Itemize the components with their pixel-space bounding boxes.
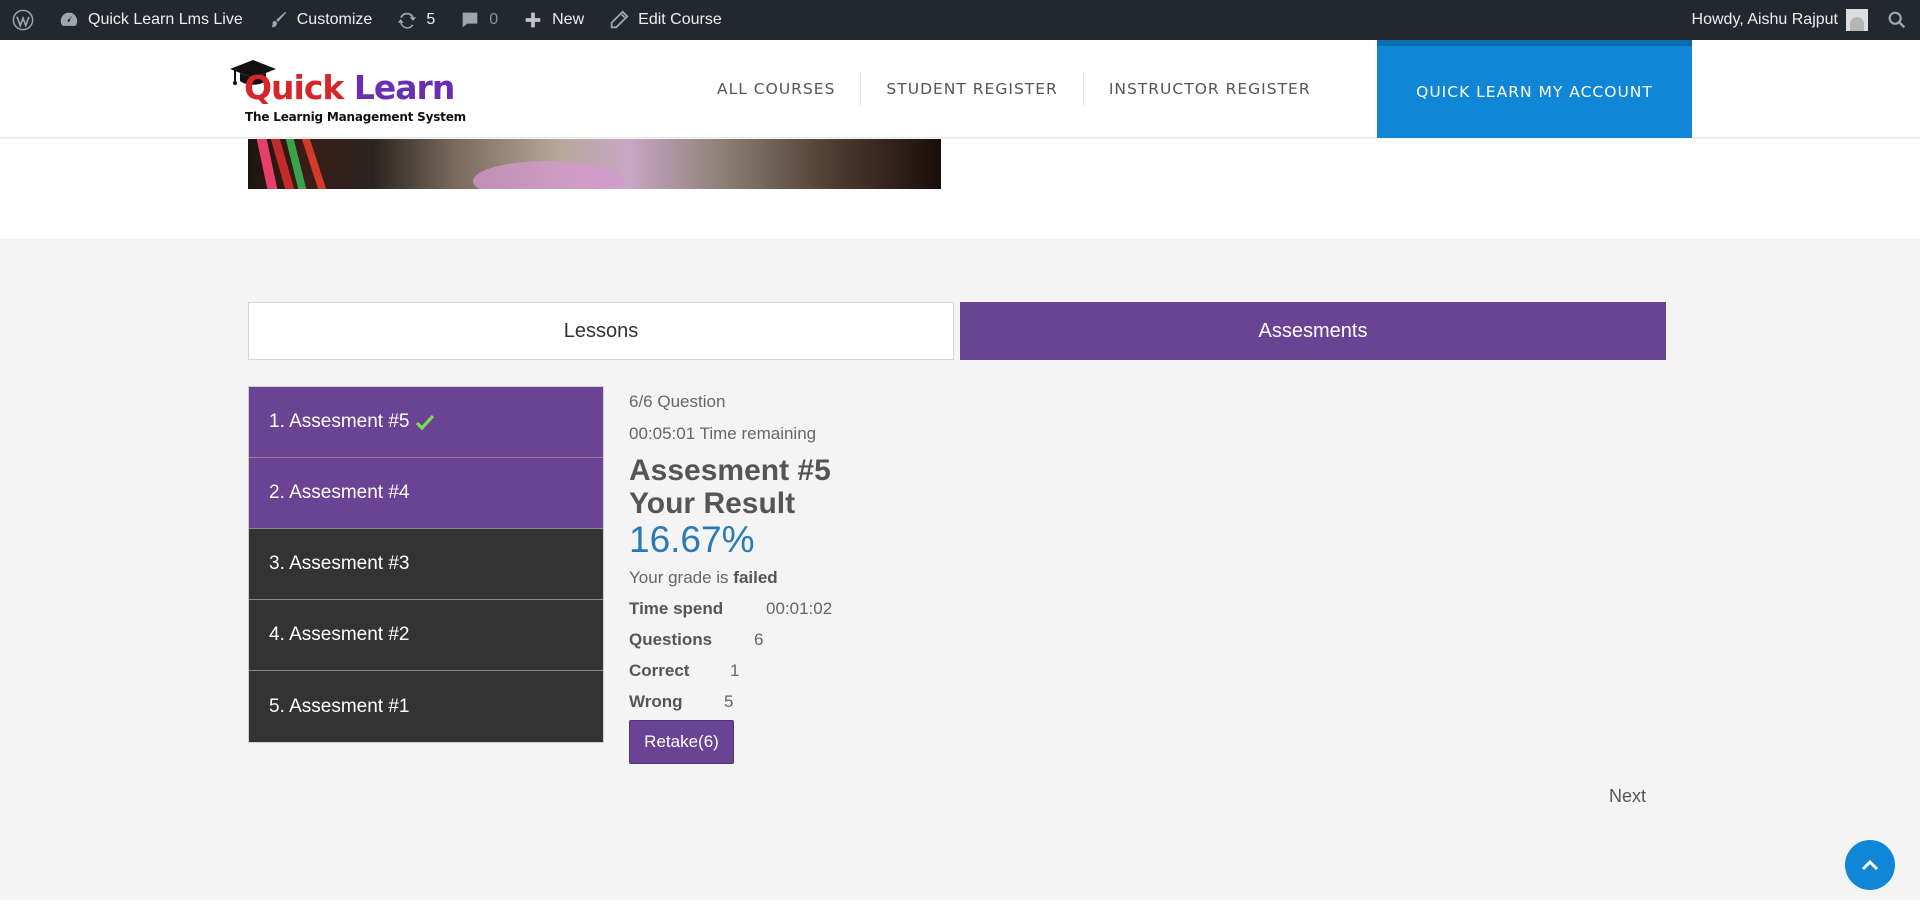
- correct-value: 1: [730, 661, 740, 680]
- assessment-list: 1. Assesment #5 2. Assesment #4 3. Asses…: [248, 386, 604, 743]
- wp-admin-bar: Quick Learn Lms Live Customize 5 0 New E…: [0, 0, 1920, 40]
- pencil-icon: [608, 9, 630, 31]
- tab-assessments[interactable]: Assesments: [960, 302, 1666, 360]
- edit-course-label: Edit Course: [638, 11, 722, 28]
- questions-value: 6: [754, 630, 764, 649]
- course-featured-image: [248, 139, 941, 189]
- paintbrush-icon: [267, 9, 289, 31]
- wrong-value: 5: [724, 692, 734, 711]
- comment-bubble-icon: [459, 9, 481, 31]
- assessment-item-label: 1. Assesment #5: [269, 411, 410, 432]
- site-logo[interactable]: Quick Learn The Learnig Management Syste…: [230, 58, 466, 124]
- my-account-link[interactable]: Howdy, Aishu Rajput: [1680, 0, 1874, 40]
- site-header: Quick Learn The Learnig Management Syste…: [0, 40, 1920, 138]
- howdy-label: Howdy, Aishu Rajput: [1691, 11, 1838, 28]
- time-remaining: 00:05:01 Time remaining: [629, 424, 817, 443]
- next-link[interactable]: Next: [1609, 786, 1646, 807]
- assessment-item-3[interactable]: 3. Assesment #3: [249, 529, 603, 600]
- search-icon: [1886, 9, 1908, 31]
- updates-link[interactable]: 5: [384, 0, 447, 40]
- logo-word-learn: Learn: [343, 68, 455, 107]
- assessment-title: Assesment #5: [629, 454, 831, 487]
- customize-link[interactable]: Customize: [255, 0, 385, 40]
- site-name-label: Quick Learn Lms Live: [88, 11, 243, 28]
- logo-word-quick: Quick: [244, 68, 344, 107]
- assessment-item-label: 5. Assesment #1: [269, 695, 410, 717]
- dashboard-gauge-icon: [58, 9, 80, 31]
- tab-lessons[interactable]: Lessons: [248, 302, 954, 360]
- logo-tagline: The Learnig Management System: [245, 110, 466, 124]
- customize-label: Customize: [296, 11, 373, 28]
- questions-label: Questions: [629, 630, 713, 649]
- assessment-item-2[interactable]: 4. Assesment #2: [249, 600, 603, 671]
- site-name-link[interactable]: Quick Learn Lms Live: [46, 0, 255, 40]
- grade-value: failed: [733, 568, 778, 587]
- new-label: New: [552, 11, 585, 28]
- result-percentage: 16.67%: [629, 519, 755, 560]
- checkmark-icon: [416, 414, 435, 431]
- plus-icon: [522, 9, 544, 31]
- wordpress-logo-button[interactable]: [0, 0, 46, 40]
- result-title: Your Result: [629, 487, 796, 520]
- questions-row: Questions 6: [629, 628, 1029, 652]
- chevron-up-icon: [1861, 859, 1879, 871]
- time-spend-label: Time spend: [629, 599, 724, 618]
- correct-row: Correct 1: [629, 659, 1029, 683]
- result-panel: 6/6 Question 00:05:01 Time remaining Ass…: [629, 390, 1029, 764]
- assessment-item-label: 4. Assesment #2: [269, 624, 410, 645]
- assessment-item-label: 3. Assesment #3: [269, 553, 410, 574]
- footer-edge: [0, 900, 1920, 913]
- wrong-row: Wrong 5: [629, 690, 1029, 714]
- admin-search-button[interactable]: [1874, 0, 1920, 40]
- assessment-item-5[interactable]: 1. Assesment #5: [249, 387, 603, 458]
- nav-all-courses[interactable]: ALL COURSES: [692, 72, 862, 106]
- question-progress: 6/6 Question: [629, 392, 726, 411]
- avatar: [1846, 9, 1868, 31]
- time-spend-value: 00:01:02: [766, 599, 833, 618]
- assessment-item-label: 2. Assesment #4: [269, 482, 410, 503]
- nav-my-account-button[interactable]: QUICK LEARN MY ACCOUNT: [1377, 40, 1692, 138]
- scroll-to-top-button[interactable]: [1845, 840, 1895, 890]
- wordpress-icon: [12, 9, 34, 31]
- updates-count: 5: [426, 11, 436, 28]
- nav-instructor-register[interactable]: INSTRUCTOR REGISTER: [1084, 72, 1336, 106]
- main-nav: ALL COURSES STUDENT REGISTER INSTRUCTOR …: [692, 40, 1692, 138]
- assessment-item-4[interactable]: 2. Assesment #4: [249, 458, 603, 529]
- comments-count: 0: [489, 11, 499, 28]
- retake-button[interactable]: Retake(6): [629, 720, 734, 764]
- assessment-item-1[interactable]: 5. Assesment #1: [249, 671, 603, 742]
- edit-course-link[interactable]: Edit Course: [596, 0, 734, 40]
- time-spend-row: Time spend 00:01:02: [629, 597, 1029, 621]
- grade-prefix: Your grade is: [629, 568, 734, 587]
- new-content-link[interactable]: New: [510, 0, 596, 40]
- updates-refresh-icon: [396, 9, 418, 31]
- comments-link[interactable]: 0: [447, 0, 510, 40]
- logo-text: Quick Learn: [244, 68, 455, 107]
- correct-label: Correct: [629, 661, 690, 680]
- grade-line: Your grade is failed: [629, 566, 1029, 590]
- wrong-label: Wrong: [629, 692, 683, 711]
- nav-student-register[interactable]: STUDENT REGISTER: [861, 72, 1084, 106]
